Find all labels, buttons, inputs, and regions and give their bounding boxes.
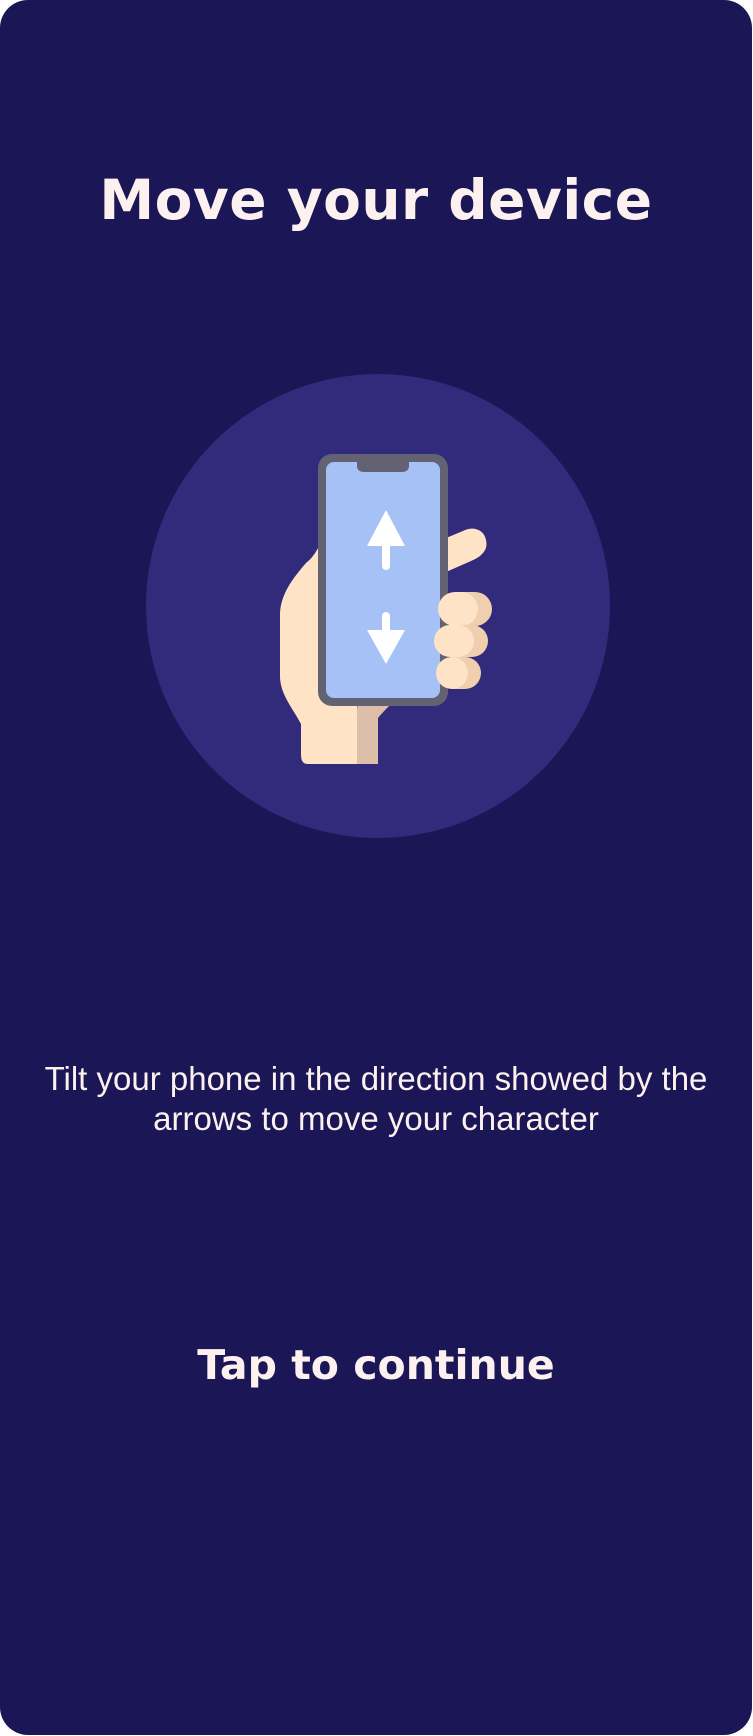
page-title: Move your device <box>99 168 653 232</box>
onboarding-screen[interactable]: Move your device Tilt your phone in the … <box>0 0 752 1735</box>
tap-to-continue-button[interactable]: Tap to continue <box>126 1330 626 1400</box>
instructions-text: Tilt your phone in the direction showed … <box>44 1060 708 1137</box>
hand-holding-phone-icon <box>146 374 610 838</box>
